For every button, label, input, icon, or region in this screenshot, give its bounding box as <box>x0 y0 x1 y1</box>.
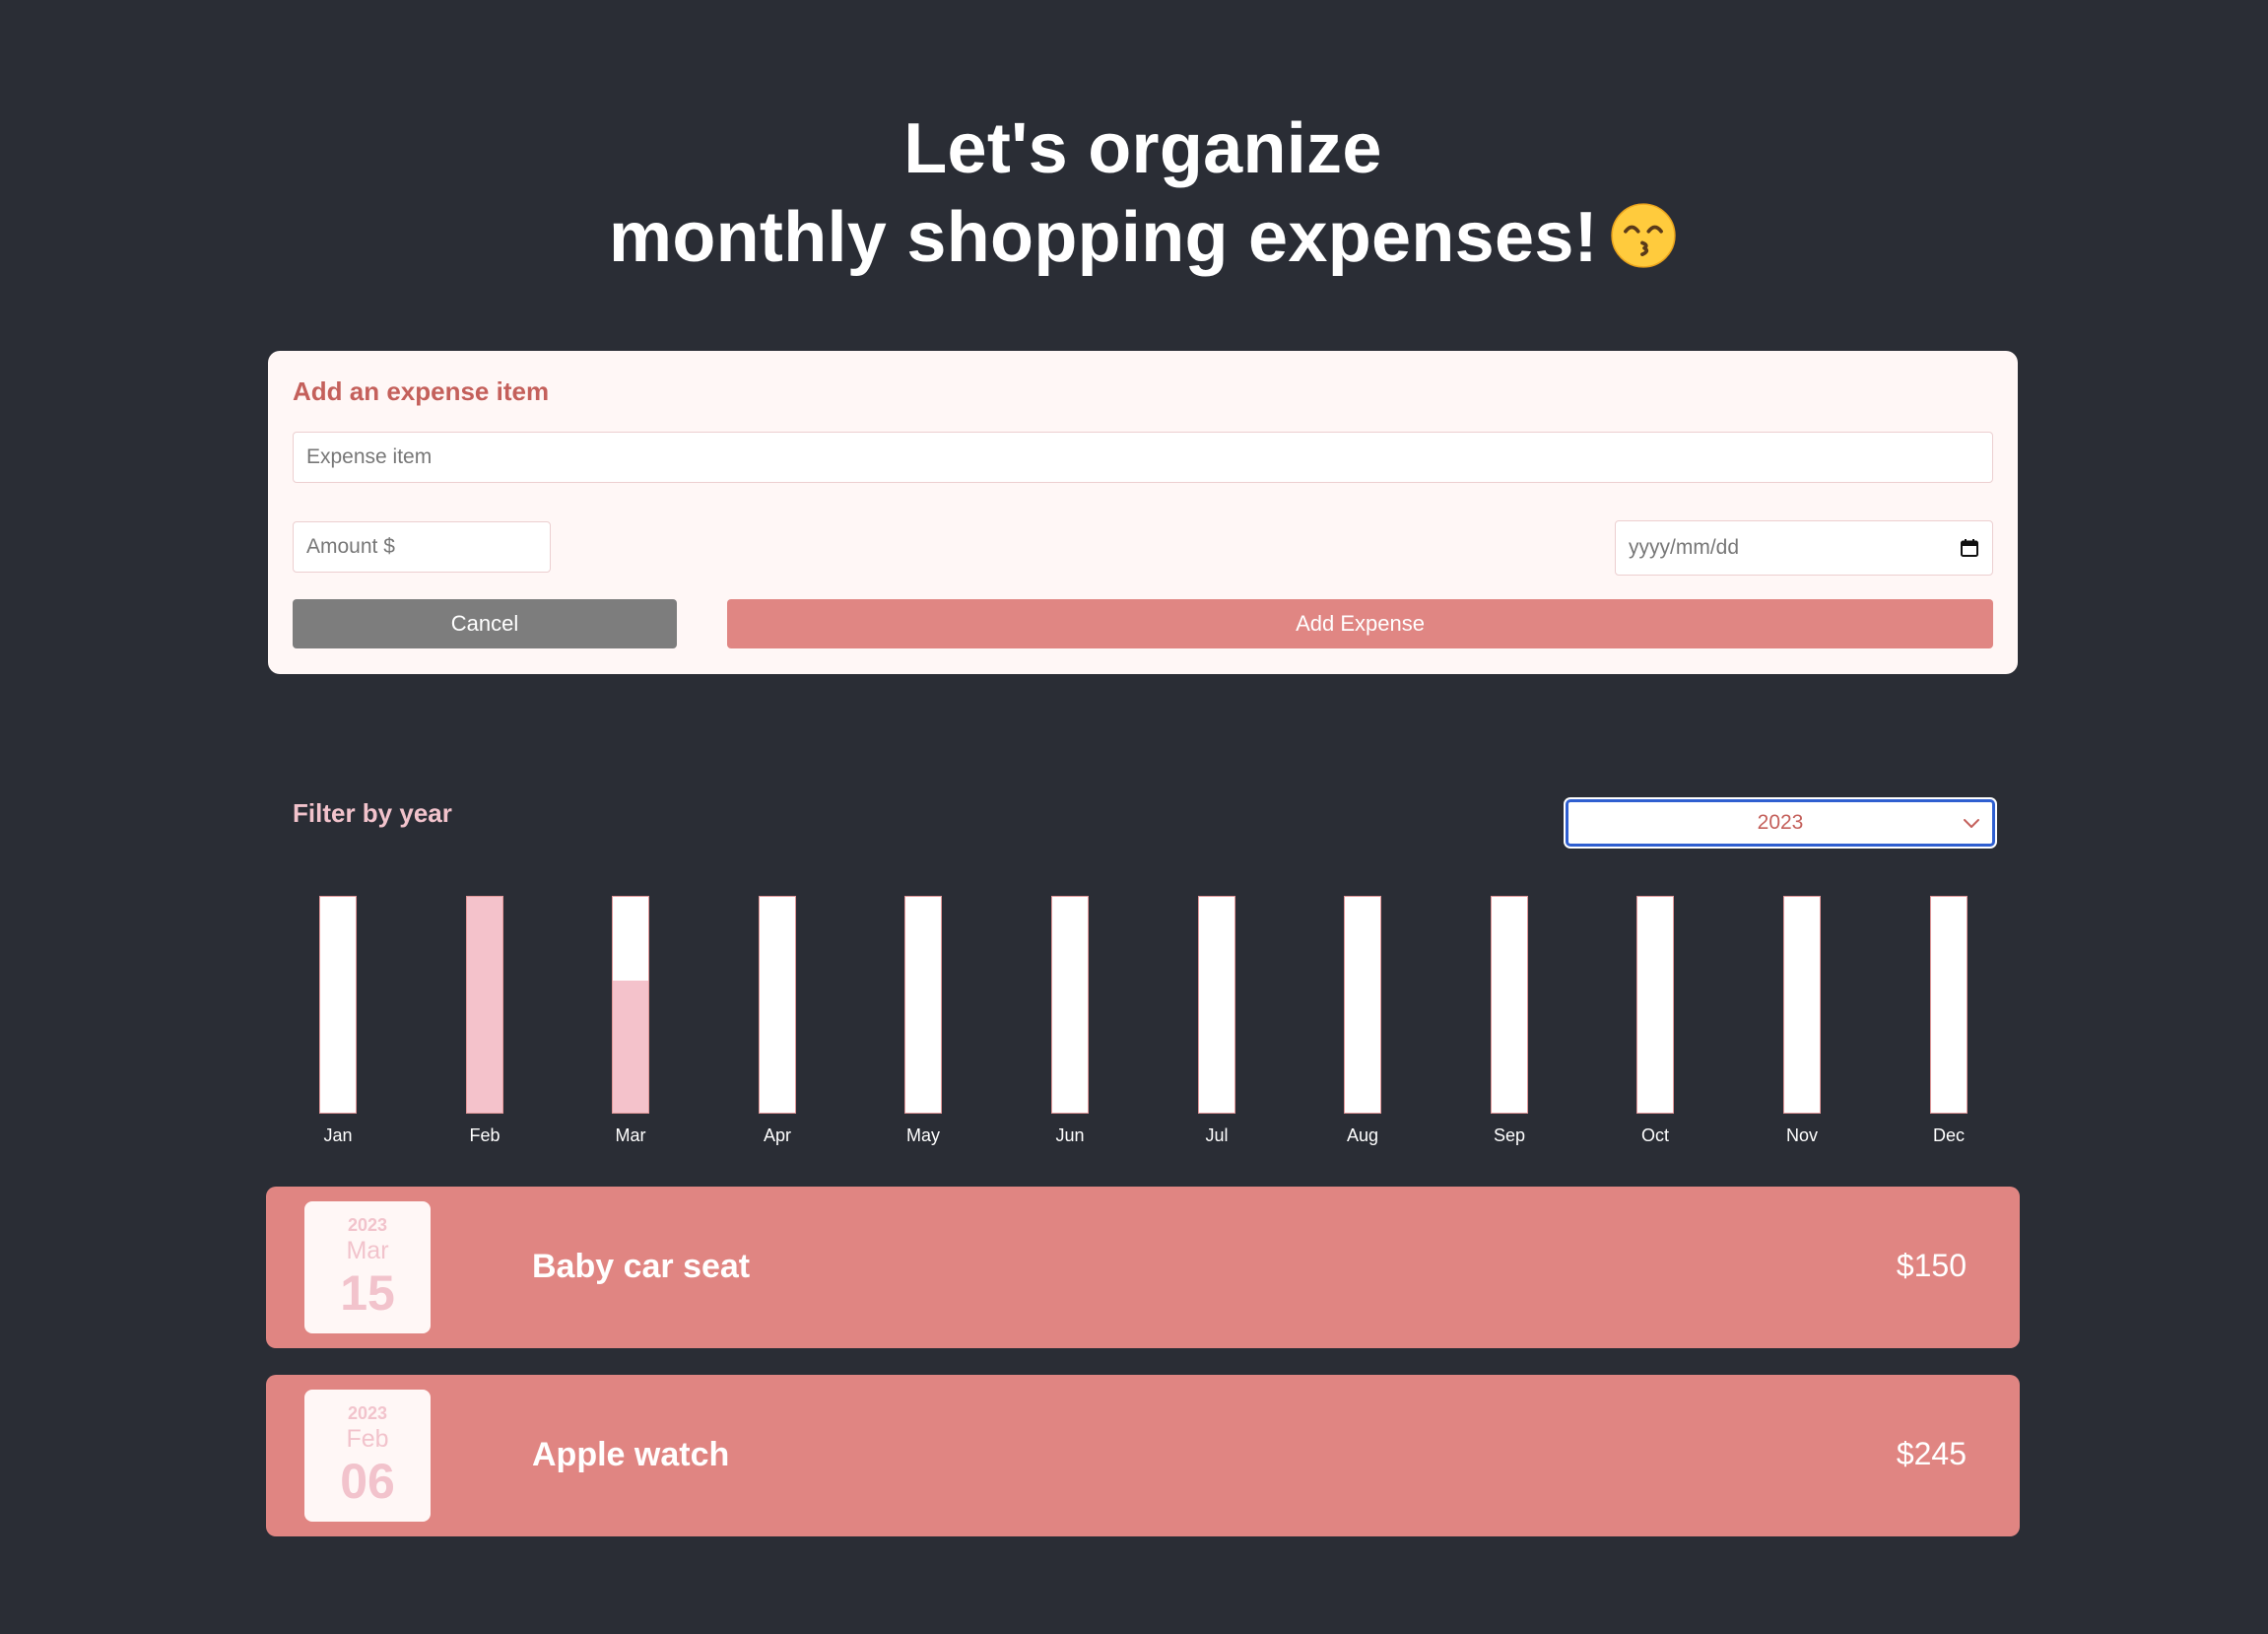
add-expense-form: Add an expense item yyyy/mm/dd Cancel Ad… <box>268 351 2018 674</box>
chart-bar-mar <box>612 896 649 1114</box>
calendar-icon[interactable] <box>1960 538 1979 558</box>
expense-date-year: 2023 <box>347 1215 388 1235</box>
chart-label-aug: Aug <box>1346 1125 1379 1145</box>
amount-input[interactable] <box>293 521 551 573</box>
chart-bar-dec <box>1930 896 1968 1114</box>
chart-label-sep: Sep <box>1493 1125 1526 1145</box>
chart-label-jun: Jun <box>1055 1125 1085 1145</box>
chart-bar-feb <box>466 896 503 1114</box>
add-expense-button[interactable]: Add Expense <box>727 599 1993 648</box>
expense-title: Apple watch <box>532 1436 730 1473</box>
expense-item-input[interactable] <box>293 432 1993 483</box>
expense-price: $150 <box>1896 1248 1967 1283</box>
heading-line-2: monthly shopping expenses! <box>0 193 2268 282</box>
filter-label: Filter by year <box>293 798 452 828</box>
expense-title: Baby car seat <box>532 1248 751 1285</box>
expense-date-day: 06 <box>340 1454 395 1509</box>
heading-line-1: Let's organize <box>903 109 1382 189</box>
chart-bar-may <box>904 896 942 1114</box>
year-select[interactable]: 2023 <box>1566 799 1995 847</box>
expense-date: 2023 Feb 06 <box>304 1390 431 1522</box>
date-input[interactable]: yyyy/mm/dd <box>1615 520 1993 576</box>
chevron-down-icon <box>1964 819 1979 828</box>
kissing-face-smiling-eyes-icon <box>1611 203 1676 268</box>
expense-date-month: Feb <box>346 1425 389 1453</box>
chart-bar-nov <box>1783 896 1821 1114</box>
expense-item: 2023 Mar 15 Baby car seat $150 <box>266 1187 2020 1348</box>
chart-bar-jan <box>319 896 357 1114</box>
expense-date: 2023 Mar 15 <box>304 1201 431 1333</box>
chart-label-dec: Dec <box>1932 1125 1965 1145</box>
expense-date-day: 15 <box>340 1265 395 1321</box>
chart-label-may: May <box>905 1125 940 1145</box>
chart-label-jul: Jul <box>1205 1125 1229 1145</box>
chart-label-oct: Oct <box>1640 1125 1669 1145</box>
chart-label-nov: Nov <box>1785 1125 1818 1145</box>
chart-bar-aug <box>1344 896 1381 1114</box>
chart-bar-jul <box>1198 896 1235 1114</box>
chart-label-apr: Apr <box>763 1125 791 1145</box>
chart-label-jan: Jan <box>323 1125 353 1145</box>
year-select-value: 2023 <box>1757 811 1804 834</box>
expense-price: $245 <box>1896 1436 1967 1471</box>
cancel-button[interactable]: Cancel <box>293 599 677 648</box>
expense-date-year: 2023 <box>347 1403 388 1423</box>
heading-line-2-text: monthly shopping expenses! <box>609 198 1598 278</box>
expense-item: 2023 Feb 06 Apple watch $245 <box>266 1375 2020 1536</box>
chart-label-feb: Feb <box>469 1125 500 1145</box>
page-heading: Let's organize monthly shopping expenses… <box>0 104 2268 282</box>
form-title: Add an expense item <box>293 376 550 406</box>
chart-bar-sep <box>1491 896 1528 1114</box>
chart-bar-oct <box>1636 896 1674 1114</box>
date-placeholder: yyyy/mm/dd <box>1629 536 1740 559</box>
chart-bar-fill <box>467 897 502 1113</box>
chart-label-mar: Mar <box>615 1125 646 1145</box>
expense-date-month: Mar <box>346 1237 389 1264</box>
chart-bar-jun <box>1051 896 1089 1114</box>
chart-bar-apr <box>759 896 796 1114</box>
chart-bar-fill <box>613 981 648 1113</box>
